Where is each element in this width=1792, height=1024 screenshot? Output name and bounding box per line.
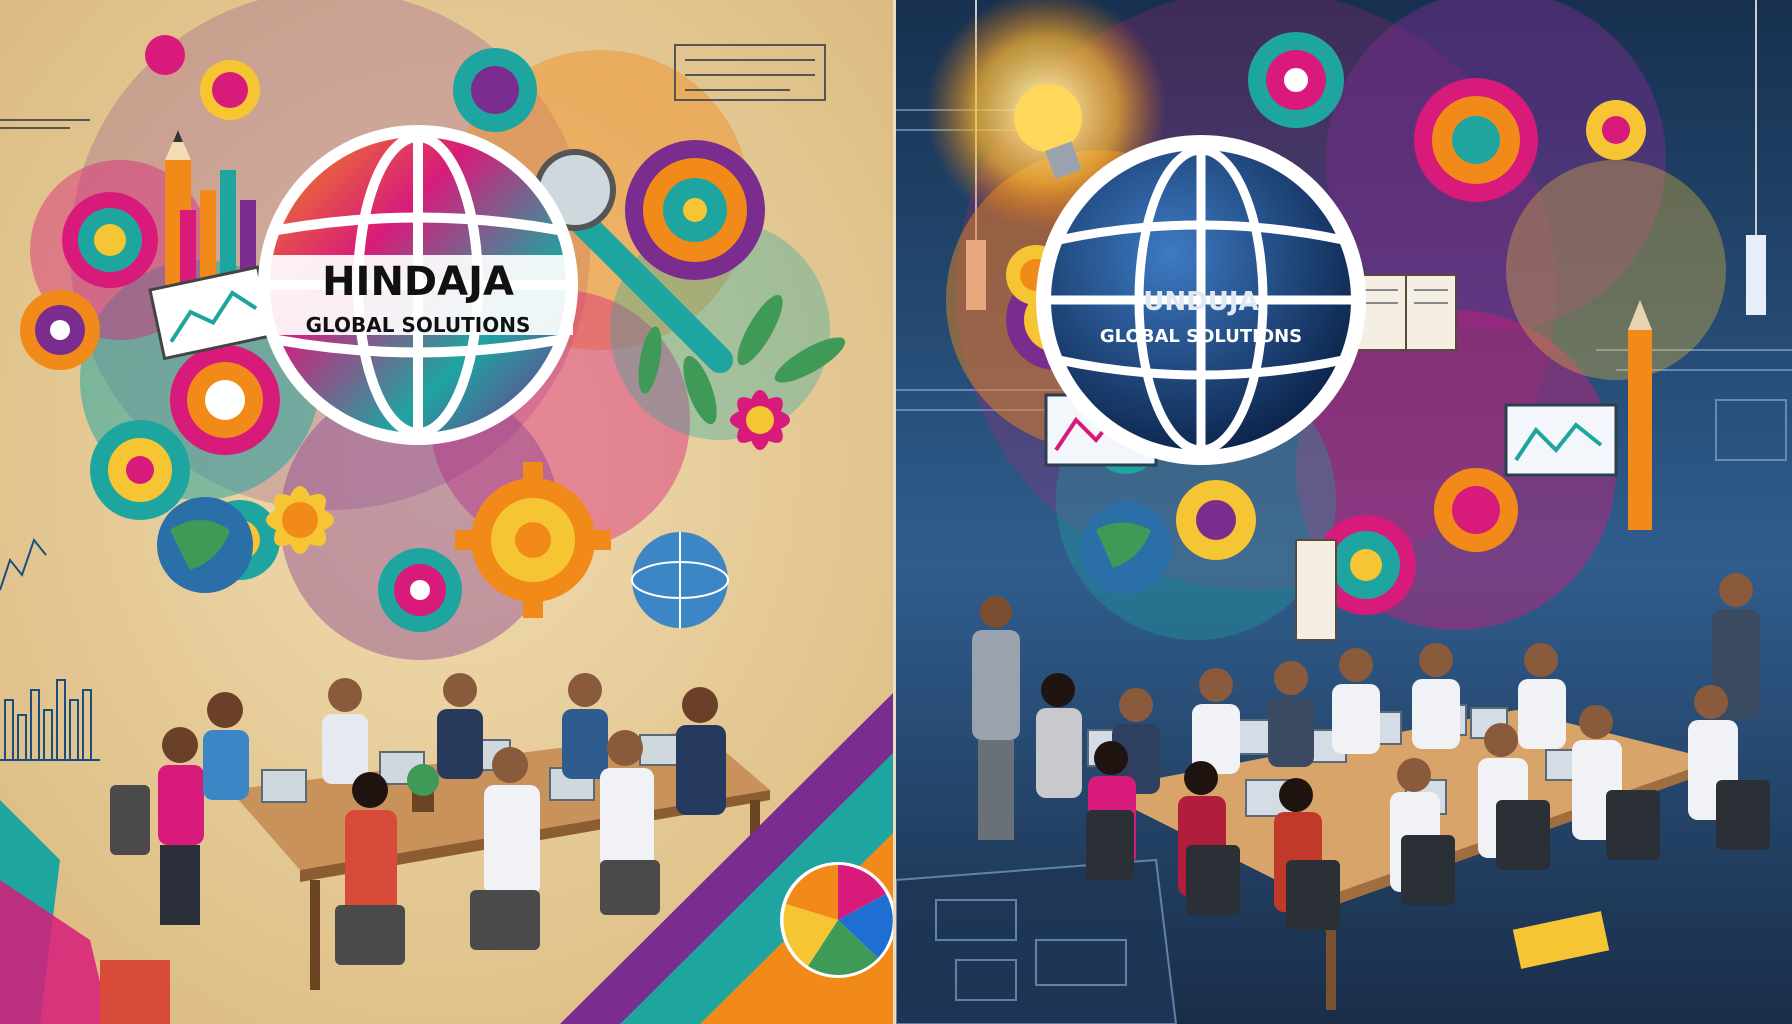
mandala-icon — [1434, 468, 1518, 552]
document-icon — [1295, 539, 1337, 641]
mandala-icon — [453, 48, 537, 132]
pencil-icon — [1628, 300, 1652, 530]
composite-image: HINDAJA GLOBAL SOLUTIONS UNDUJA GLOBAL S… — [0, 0, 1792, 1024]
logo-line2: GLOBAL SOLUTIONS — [306, 313, 531, 337]
monitor-card-icon — [1504, 403, 1618, 477]
person — [1192, 668, 1240, 774]
globe-icon — [1080, 502, 1172, 594]
mandala-icon — [200, 60, 260, 120]
logo-line1: UNDUJA — [1143, 287, 1258, 317]
mandala-icon — [145, 35, 185, 75]
mandala-icon — [1176, 480, 1256, 560]
right-panel-artwork: UNDUJA GLOBAL SOLUTIONS — [896, 0, 1792, 1024]
mandala-icon — [170, 345, 280, 455]
mandala-icon — [1586, 100, 1646, 160]
mandala-icon — [1248, 32, 1344, 128]
mandala-icon — [20, 290, 100, 370]
right-scene: UNDUJA GLOBAL SOLUTIONS — [896, 0, 1792, 1024]
person — [322, 678, 368, 784]
person — [1412, 643, 1460, 749]
mandala-icon — [378, 548, 462, 632]
flower-icon — [730, 390, 790, 450]
mandala-icon — [90, 420, 190, 520]
left-scene: HINDAJA GLOBAL SOLUTIONS — [0, 0, 896, 1024]
mandala-icon — [62, 192, 158, 288]
logo-line2: GLOBAL SOLUTIONS — [1100, 326, 1302, 347]
globe-icon — [631, 532, 729, 628]
person — [562, 673, 608, 779]
person — [1332, 648, 1380, 754]
book-icon — [1355, 274, 1457, 351]
person — [203, 692, 249, 800]
person — [437, 673, 483, 779]
logo-line1: HINDAJA — [322, 259, 514, 305]
mandala-icon — [1414, 78, 1538, 202]
person — [972, 596, 1020, 840]
person — [1268, 661, 1314, 767]
floor-panels — [896, 858, 1178, 1024]
mandala-icon — [625, 140, 765, 280]
pie-chart-icon — [780, 862, 896, 978]
flower-icon — [266, 486, 334, 554]
globe-icon — [157, 497, 253, 593]
left-panel-artwork: HINDAJA GLOBAL SOLUTIONS — [0, 0, 896, 1024]
